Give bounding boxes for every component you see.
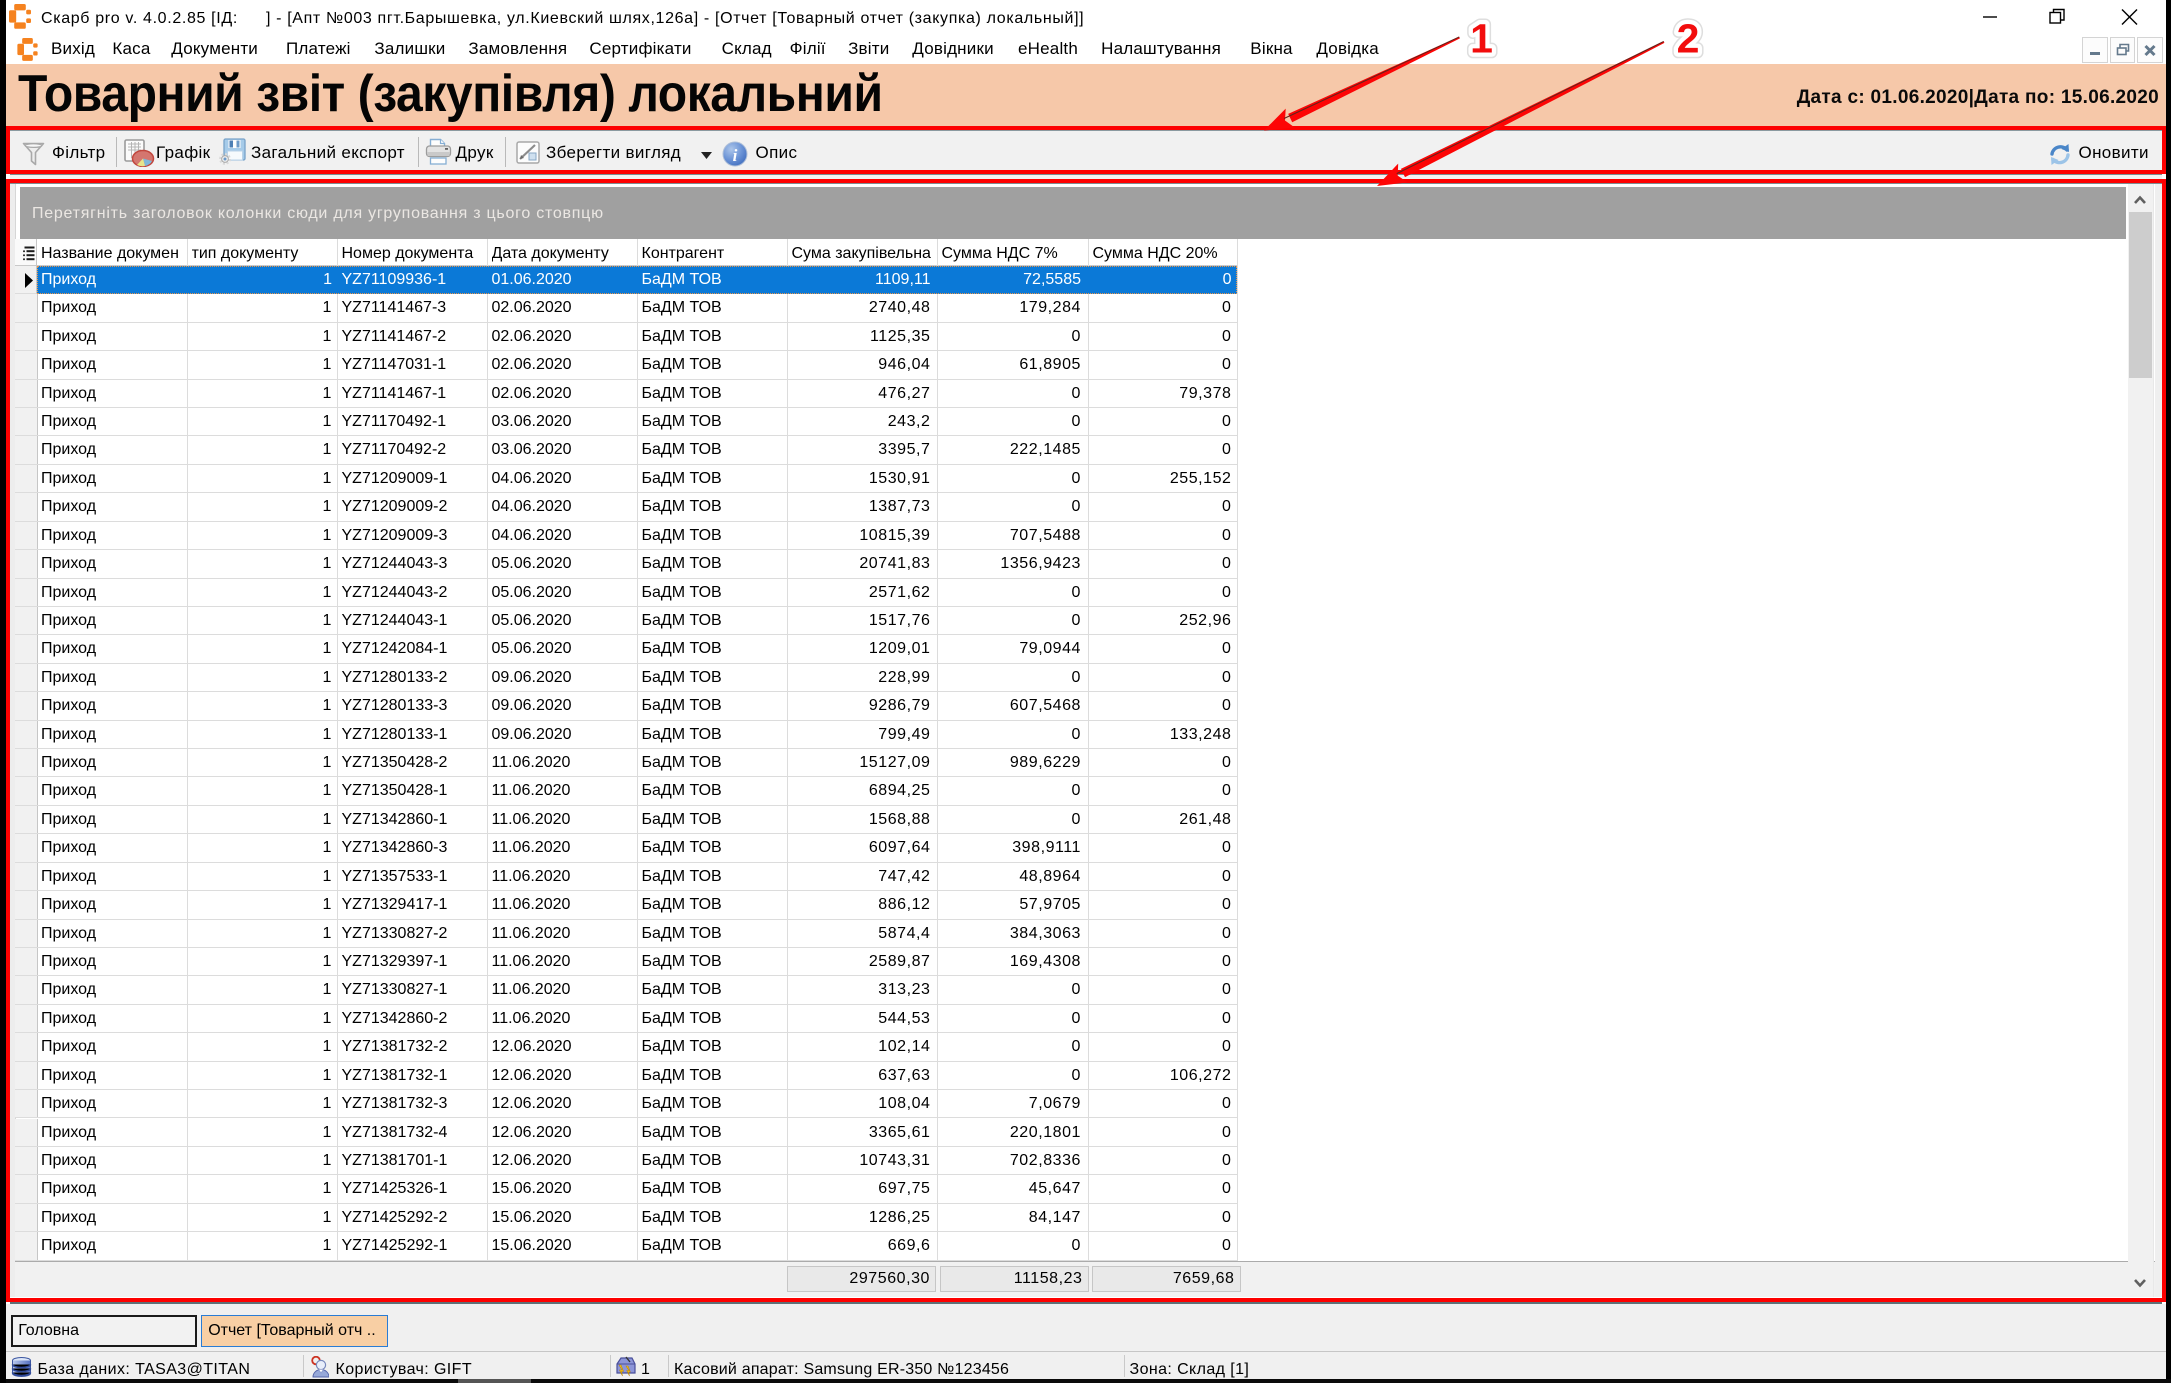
svg-text:1: 1 [1470, 16, 1493, 62]
svg-text:2: 2 [1677, 16, 1700, 62]
